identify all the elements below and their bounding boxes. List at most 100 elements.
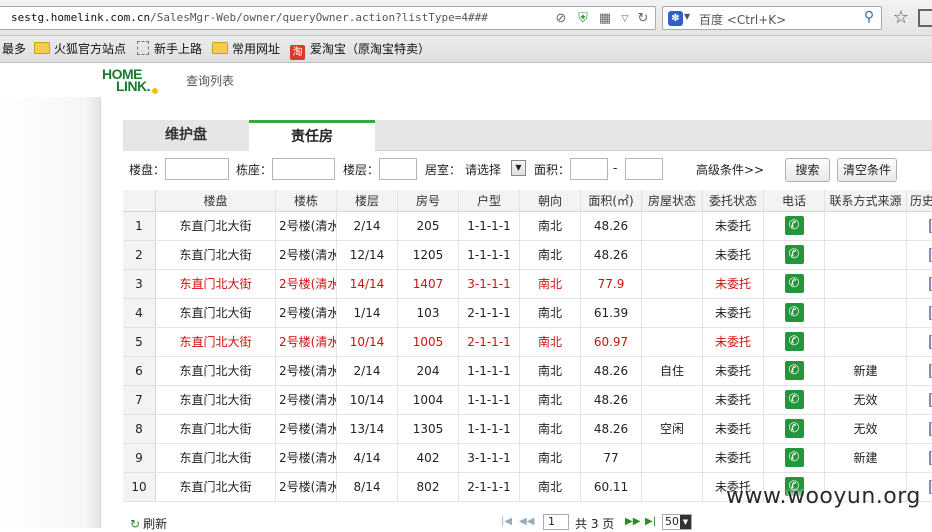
homelink-logo[interactable]: HOME LINK. xyxy=(102,66,162,96)
column-header-area[interactable]: 面积(㎡) xyxy=(581,190,642,211)
table-row[interactable]: 3 东直门北大街 2号楼(清水 14/14 1407 3-1-1-1 南北 77.9 未委托 ✆ xyxy=(123,270,932,299)
row-number: 6 xyxy=(123,357,156,385)
next-page-icon[interactable]: ▶▶ xyxy=(625,516,640,527)
phone-icon[interactable]: ✆ xyxy=(784,448,804,467)
shield-check-icon[interactable]: ⛨ xyxy=(575,11,591,27)
phone-icon[interactable]: ✆ xyxy=(784,390,804,409)
cell-floor: 4/14 xyxy=(337,444,398,472)
left-sidebar xyxy=(0,97,101,528)
address-bar[interactable]: sestg.homelink.com.cn/SalesMgr-Web/owner… xyxy=(0,6,656,30)
column-header-room[interactable]: 房号 xyxy=(398,190,459,211)
bookmark-star-icon[interactable]: ☆ xyxy=(890,7,912,29)
search-button[interactable]: 搜索 xyxy=(785,158,830,182)
cell-layout: 1-1-1-1 xyxy=(459,357,520,385)
cell-estate: 东直门北大街 xyxy=(156,386,276,414)
bookmark-firefox-official[interactable]: 火狐官方站点 xyxy=(34,41,126,58)
estate-input[interactable] xyxy=(165,158,229,180)
library-icon[interactable] xyxy=(918,9,932,27)
tab-responsible[interactable]: 责任房 xyxy=(249,120,375,152)
area-max-input[interactable] xyxy=(625,158,663,180)
refresh-button[interactable]: ↻ 刷新 xyxy=(130,515,167,532)
cell-floor: 14/14 xyxy=(337,270,398,298)
cell-entrust-status: 未委托 xyxy=(703,299,764,327)
clear-conditions-button[interactable]: 清空条件 xyxy=(837,158,897,182)
column-header-building[interactable]: 楼栋 xyxy=(276,190,337,211)
cell-layout: 1-1-1-1 xyxy=(459,415,520,443)
first-page-icon[interactable]: |◀ xyxy=(501,516,512,527)
cell-building: 2号楼(清水 xyxy=(276,444,337,472)
qr-code-icon[interactable]: ▦ xyxy=(597,11,613,27)
phone-icon[interactable]: ✆ xyxy=(784,216,804,235)
cell-orientation: 南北 xyxy=(520,415,581,443)
column-header-orientation[interactable]: 朝向 xyxy=(520,190,581,211)
table-row[interactable]: 6 东直门北大街 2号楼(清水 2/14 204 1-1-1-1 南北 48.26 自住 未委托 ✆… xyxy=(123,357,932,386)
cell-room: 1205 xyxy=(398,241,459,269)
cell-house-status xyxy=(642,473,703,501)
building-input[interactable] xyxy=(272,158,335,180)
cell-history xyxy=(907,212,932,240)
column-header-house-status[interactable]: 房屋状态 xyxy=(642,190,703,211)
floor-input[interactable] xyxy=(379,158,417,180)
bookmark-getting-started[interactable]: 新手上路 xyxy=(137,41,202,58)
table-row[interactable]: 1 东直门北大街 2号楼(清水 2/14 205 1-1-1-1 南北 48.26 未委托 ✆ xyxy=(123,212,932,241)
reload-icon[interactable]: ↻ xyxy=(635,11,651,27)
search-engine-selector[interactable]: ✽ ▼ xyxy=(666,10,692,27)
bookmark-most-visited[interactable]: 最多 xyxy=(2,41,26,58)
column-header-entrust-status[interactable]: 委托状态 xyxy=(703,190,764,211)
refresh-icon: ↻ xyxy=(130,517,141,531)
cell-area: 48.26 xyxy=(581,415,642,443)
tab-maintenance[interactable]: 维护盘 xyxy=(123,120,249,151)
cell-contact-source xyxy=(825,241,907,269)
area-min-input[interactable] xyxy=(570,158,608,180)
cell-contact-source xyxy=(825,299,907,327)
phone-icon[interactable]: ✆ xyxy=(784,245,804,264)
bookmark-common-sites[interactable]: 常用网址 xyxy=(212,41,280,58)
cell-building: 2号楼(清水 xyxy=(276,415,337,443)
table-row[interactable]: 4 东直门北大街 2号楼(清水 1/14 103 2-1-1-1 南北 61.39 未委托 ✆ xyxy=(123,299,932,328)
cell-entrust-status: 未委托 xyxy=(703,241,764,269)
url-text[interactable]: sestg.homelink.com.cn/SalesMgr-Web/owner… xyxy=(11,11,488,24)
table-row[interactable]: 2 东直门北大街 2号楼(清水 12/14 1205 1-1-1-1 南北 48.26 未委托 ✆ xyxy=(123,241,932,270)
cell-contact-source xyxy=(825,270,907,298)
phone-icon[interactable]: ✆ xyxy=(784,274,804,293)
cell-house-status xyxy=(642,270,703,298)
table-row[interactable]: 9 东直门北大街 2号楼(清水 4/14 402 3-1-1-1 南北 77 未委托 ✆ 新建 xyxy=(123,444,932,473)
filter-bar: 楼盘： 栋座： 楼层： 居室： 请选择 ▼ 面积： - 高级条件>> 搜索 清空… xyxy=(123,152,932,186)
phone-icon[interactable]: ✆ xyxy=(784,332,804,351)
dropdown-arrow-icon: ▼ xyxy=(511,160,526,176)
reader-icon[interactable]: ⊘ xyxy=(553,11,569,27)
column-header-layout[interactable]: 户型 xyxy=(459,190,520,211)
magnifier-icon[interactable]: ⚲ xyxy=(860,9,878,27)
phone-icon[interactable]: ✆ xyxy=(784,419,804,438)
last-page-icon[interactable]: ▶| xyxy=(645,516,656,527)
table-row[interactable]: 7 东直门北大街 2号楼(清水 10/14 1004 1-1-1-1 南北 48.26 未委托 ✆… xyxy=(123,386,932,415)
table-row[interactable]: 8 东直门北大街 2号楼(清水 13/14 1305 1-1-1-1 南北 48.26 空闲 未委… xyxy=(123,415,932,444)
floor-label: 楼层： xyxy=(343,163,380,177)
table-row[interactable]: 5 东直门北大街 2号楼(清水 10/14 1005 2-1-1-1 南北 60.97 未委托 ✆ xyxy=(123,328,932,357)
column-header-estate[interactable]: 楼盘 xyxy=(156,190,276,211)
column-header-phone[interactable]: 电话 xyxy=(764,190,825,211)
dropdown-arrow-icon[interactable]: ▽ xyxy=(617,11,633,27)
cell-area: 48.26 xyxy=(581,241,642,269)
cell-phone: ✆ xyxy=(764,386,825,414)
rooms-select[interactable]: 请选择 ▼ xyxy=(465,159,526,178)
cell-history xyxy=(907,415,932,443)
search-box[interactable]: ✽ ▼ 百度 <Ctrl+K> ⚲ xyxy=(662,6,882,30)
phone-icon[interactable]: ✆ xyxy=(784,361,804,380)
cell-entrust-status: 未委托 xyxy=(703,328,764,356)
cell-orientation: 南北 xyxy=(520,270,581,298)
phone-icon[interactable]: ✆ xyxy=(784,303,804,322)
prev-page-icon[interactable]: ◀◀ xyxy=(519,516,534,527)
cell-entrust-status: 未委托 xyxy=(703,270,764,298)
column-header-contact-source[interactable]: 联系方式来源 xyxy=(825,190,907,211)
column-header-history[interactable]: 历史 xyxy=(907,190,932,211)
advanced-conditions-link[interactable]: 高级条件>> xyxy=(696,161,764,178)
cell-history xyxy=(907,444,932,472)
cell-room: 802 xyxy=(398,473,459,501)
bookmark-aitaobao[interactable]: 淘爱淘宝（原淘宝特卖） xyxy=(290,41,430,60)
column-header-floor[interactable]: 楼层 xyxy=(337,190,398,211)
cell-phone: ✆ xyxy=(764,444,825,472)
results-table: 楼盘 楼栋 楼层 房号 户型 朝向 面积(㎡) 房屋状态 委托状态 电话 联系方… xyxy=(123,190,932,510)
cell-estate: 东直门北大街 xyxy=(156,473,276,501)
cell-estate: 东直门北大街 xyxy=(156,415,276,443)
